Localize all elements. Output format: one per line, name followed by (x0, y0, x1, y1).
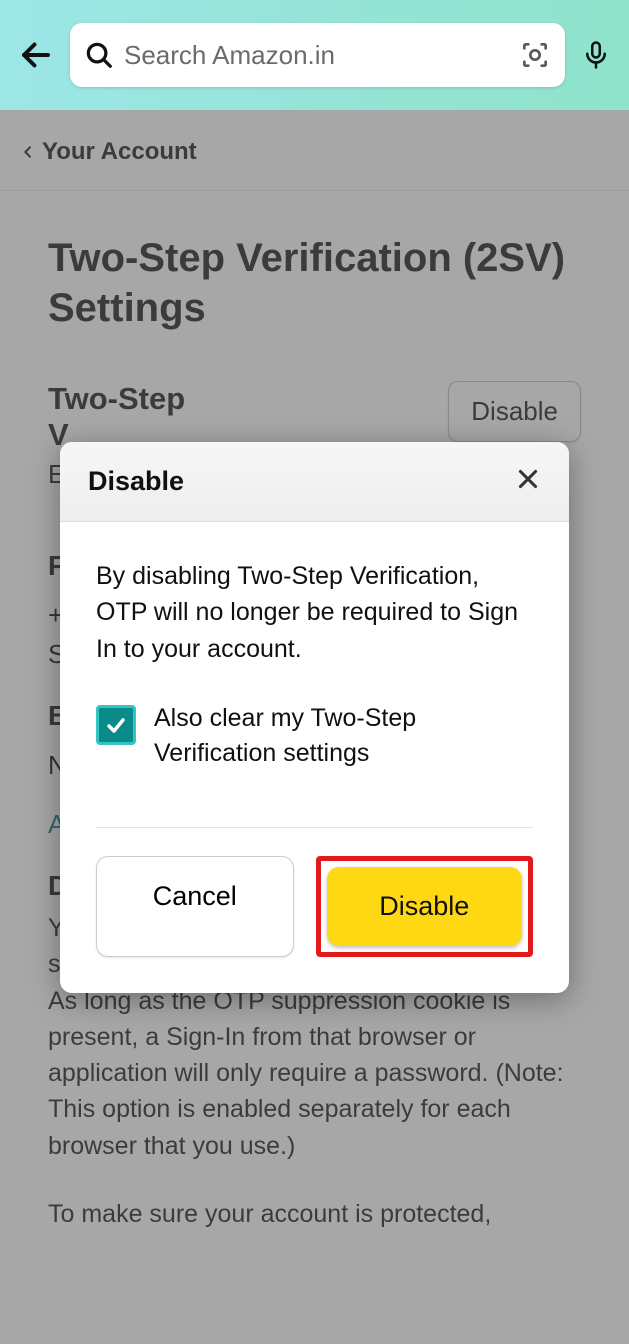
microphone-icon (581, 38, 611, 72)
search-icon (84, 40, 114, 70)
modal-close-button[interactable] (515, 466, 541, 497)
close-icon (515, 466, 541, 492)
clear-settings-label: Also clear my Two-Step Verification sett… (154, 701, 533, 771)
search-box[interactable]: Search Amazon.in (70, 23, 565, 87)
modal-body: By disabling Two-Step Verification, OTP … (60, 522, 569, 799)
disable-2sv-modal: Disable By disabling Two-Step Verificati… (60, 442, 569, 993)
lens-icon[interactable] (519, 39, 551, 71)
top-search-bar: Search Amazon.in (0, 0, 629, 110)
modal-header: Disable (60, 442, 569, 522)
clear-settings-checkbox[interactable] (96, 705, 136, 745)
search-placeholder: Search Amazon.in (124, 40, 519, 71)
back-button[interactable] (12, 37, 60, 73)
checkmark-icon (104, 713, 128, 737)
cancel-button[interactable]: Cancel (96, 856, 294, 957)
confirm-disable-button[interactable]: Disable (327, 867, 523, 946)
confirm-button-highlight: Disable (316, 856, 534, 957)
modal-message: By disabling Two-Step Verification, OTP … (96, 558, 533, 667)
modal-title: Disable (88, 466, 184, 497)
arrow-left-icon (18, 37, 54, 73)
modal-actions: Cancel Disable (60, 828, 569, 993)
voice-search-button[interactable] (575, 38, 617, 72)
